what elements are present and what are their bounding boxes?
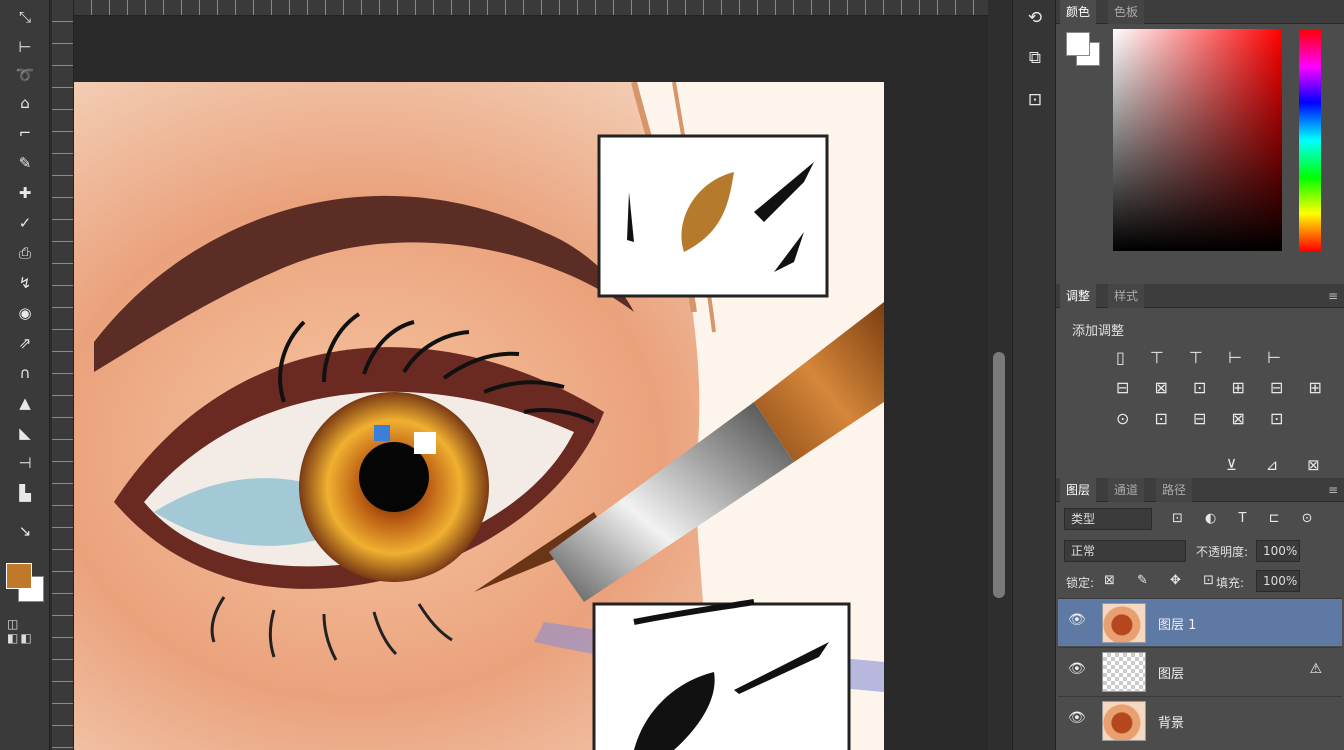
vertical-ruler bbox=[52, 0, 74, 750]
move-tool-icon[interactable]: ⤡ bbox=[12, 6, 38, 28]
layer-thumbnail bbox=[1102, 652, 1146, 692]
horizontal-ruler bbox=[74, 0, 988, 16]
lasso-tool-icon[interactable]: ➰ bbox=[12, 64, 38, 86]
tab-channels[interactable]: 通道 bbox=[1108, 478, 1145, 502]
visibility-eye-icon[interactable]: 👁 bbox=[1068, 710, 1086, 726]
gradient-tool-icon[interactable]: ⇗ bbox=[12, 332, 38, 354]
tab-swatches[interactable]: 色板 bbox=[1108, 0, 1145, 24]
opacity-label: 不透明度: bbox=[1196, 545, 1249, 559]
artboard-tool-icon[interactable]: ⊢ bbox=[12, 36, 38, 58]
adjustments-menu-icon[interactable]: ≡ bbox=[1328, 284, 1338, 308]
adjustments-title: 添加调整 bbox=[1072, 324, 1125, 339]
tab-styles[interactable]: 样式 bbox=[1108, 284, 1145, 308]
tab-adjustments[interactable]: 调整 bbox=[1060, 284, 1097, 308]
layer-name[interactable]: 背景 bbox=[1158, 712, 1184, 731]
layer-row[interactable]: 👁 图层 ⚠ bbox=[1058, 647, 1342, 695]
photoshop-window: ⤡ ⊢ ➰ ⌂ ⌐ ✎ ✚ ✓ ⎙ ↯ ◉ ⇗ ∩ ▲ ◣ ⊣ ▙ ↘ ◫ ◧◧ bbox=[0, 0, 1344, 750]
canvas-area[interactable] bbox=[74, 16, 988, 750]
tools-panel: ⤡ ⊢ ➰ ⌂ ⌐ ✎ ✚ ✓ ⎙ ↯ ◉ ⇗ ∩ ▲ ◣ ⊣ ▙ ↘ ◫ ◧◧ bbox=[0, 0, 50, 750]
hue-slider[interactable] bbox=[1299, 29, 1321, 251]
layer-name[interactable]: 图层 1 bbox=[1158, 614, 1196, 633]
right-panels: 颜色 色板 调整 样式 ≡ 添加调整 ▯ ⊤ ⊤ ⊢ ⊢ ⊟ ⊠ ⊡ ⊞ ⊟ ⊞… bbox=[1056, 0, 1344, 750]
path-select-tool-icon[interactable]: ⊣ bbox=[12, 452, 38, 474]
hand-tool-icon[interactable]: ↘ bbox=[12, 520, 38, 542]
healing-brush-tool-icon[interactable]: ✚ bbox=[12, 182, 38, 204]
pen-tool-icon[interactable]: ▲ bbox=[12, 392, 38, 414]
libraries-icon[interactable]: ⊡ bbox=[1019, 84, 1051, 116]
eyedropper-tool-icon[interactable]: ✎ bbox=[12, 152, 38, 174]
layer-thumbnail bbox=[1102, 603, 1146, 643]
eye-painting bbox=[74, 82, 884, 750]
tab-color[interactable]: 颜色 bbox=[1060, 0, 1097, 24]
color-picker-field[interactable] bbox=[1113, 29, 1282, 251]
fill-input[interactable]: 100% bbox=[1256, 570, 1300, 592]
layer-name[interactable]: 图层 bbox=[1158, 663, 1184, 682]
layer-row[interactable]: 👁 图层 1 bbox=[1058, 598, 1342, 646]
artboard[interactable] bbox=[74, 82, 884, 750]
panel-icon-strip: ⟲ ⧉ ⊡ bbox=[1012, 0, 1056, 750]
opacity-input[interactable]: 100% bbox=[1256, 540, 1300, 562]
tab-layers[interactable]: 图层 bbox=[1060, 478, 1097, 502]
lock-label: 锁定: bbox=[1066, 576, 1095, 590]
layer-filter-icons[interactable]: ⊡ ◐ T ⊏ ⊙ bbox=[1172, 511, 1322, 526]
lock-icons[interactable]: ⊠ ✎ ✥ ⊡ bbox=[1104, 573, 1223, 588]
layer-row[interactable]: 👁 背景 bbox=[1058, 696, 1342, 744]
layers-panel-tabbar: 图层 通道 路径 ≡ bbox=[1056, 478, 1344, 502]
warning-icon: ⚠ bbox=[1309, 661, 1322, 677]
clone-stamp-tool-icon[interactable]: ⎙ bbox=[12, 242, 38, 264]
shape-tool-icon[interactable]: ▙ bbox=[12, 482, 38, 504]
adjustment-footer-icons[interactable]: ⊻ ⊿ ⊠ bbox=[1226, 456, 1332, 474]
properties-icon[interactable]: ⧉ bbox=[1019, 42, 1051, 74]
adjustment-icons-row-3[interactable]: ⊙ ⊡ ⊟ ⊠ ⊡ bbox=[1116, 409, 1293, 428]
vertical-scrollbar[interactable] bbox=[988, 0, 1012, 750]
layers-menu-icon[interactable]: ≡ bbox=[1328, 478, 1338, 502]
history-brush-tool-icon[interactable]: ↯ bbox=[12, 272, 38, 294]
tab-paths[interactable]: 路径 bbox=[1156, 478, 1193, 502]
foreground-color-swatch[interactable] bbox=[6, 563, 32, 589]
dodge-tool-icon[interactable]: ∩ bbox=[12, 362, 38, 384]
brush-tool-icon[interactable]: ✓ bbox=[12, 212, 38, 234]
scrollbar-thumb[interactable] bbox=[993, 352, 1005, 598]
layer-thumbnail bbox=[1102, 701, 1146, 741]
visibility-eye-icon[interactable]: 👁 bbox=[1068, 661, 1086, 677]
layer-filter-kind[interactable]: 类型 bbox=[1064, 508, 1152, 530]
eraser-tool-icon[interactable]: ◉ bbox=[12, 302, 38, 324]
adjustment-icons-row-1[interactable]: ▯ ⊤ ⊤ ⊢ ⊢ bbox=[1116, 348, 1291, 367]
adjustment-icons-row-2[interactable]: ⊟ ⊠ ⊡ ⊞ ⊟ ⊞ bbox=[1116, 378, 1332, 397]
crop-tool-icon[interactable]: ⌐ bbox=[12, 122, 38, 144]
adjustments-panel-tabbar: 调整 样式 ≡ bbox=[1056, 284, 1344, 308]
screen-mode-buttons[interactable]: ◫ ◧◧ bbox=[7, 617, 49, 645]
visibility-eye-icon[interactable]: 👁 bbox=[1068, 612, 1086, 628]
blend-mode-select[interactable]: 正常 bbox=[1064, 540, 1186, 562]
fill-label: 填充: bbox=[1216, 576, 1245, 590]
color-panel-tabbar: 颜色 色板 bbox=[1056, 0, 1344, 24]
quick-select-tool-icon[interactable]: ⌂ bbox=[12, 92, 38, 114]
color-panel-foreground-swatch[interactable] bbox=[1066, 32, 1090, 56]
type-tool-icon[interactable]: ◣ bbox=[12, 422, 38, 444]
history-icon[interactable]: ⟲ bbox=[1019, 2, 1051, 34]
